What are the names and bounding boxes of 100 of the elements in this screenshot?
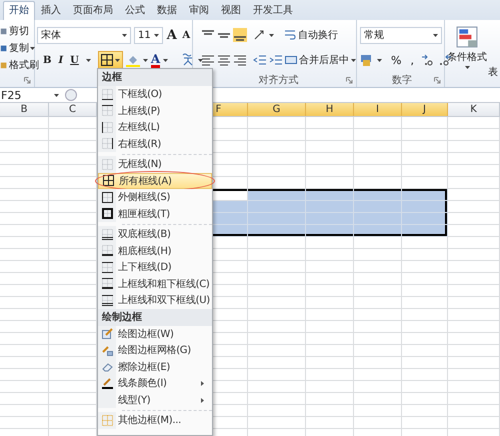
menu-item[interactable]: 其他边框(M)... xyxy=(98,412,212,428)
column-header[interactable]: I xyxy=(354,103,402,116)
eraser-icon xyxy=(102,361,112,372)
selected-cell[interactable] xyxy=(306,189,354,201)
selected-cell[interactable] xyxy=(402,225,448,237)
selected-cell[interactable] xyxy=(402,201,448,213)
selected-cell[interactable] xyxy=(402,213,448,225)
menu-item[interactable]: 上框线和粗下框线(C) xyxy=(98,276,212,292)
caret-icon xyxy=(30,46,35,50)
menu-item[interactable]: 上下框线(D) xyxy=(98,259,212,276)
caret-icon[interactable] xyxy=(86,58,91,62)
italic-button[interactable]: I xyxy=(58,54,64,66)
increase-decimal-icon[interactable] xyxy=(420,53,435,67)
menu-item[interactable]: 无框线(N) xyxy=(98,156,212,172)
column-header[interactable]: B xyxy=(0,103,49,116)
selected-cell[interactable] xyxy=(306,213,354,225)
ribbon-tab[interactable]: 视图 xyxy=(215,1,247,20)
column-header[interactable]: H xyxy=(306,103,354,116)
menu-item[interactable]: 粗匣框线(T) xyxy=(98,206,212,222)
align-bottom-icon[interactable] xyxy=(233,28,247,42)
pencil-icon xyxy=(102,344,112,356)
selected-cell[interactable] xyxy=(248,201,306,213)
column-header[interactable]: K xyxy=(448,103,500,116)
border-icon xyxy=(102,88,112,100)
decrease-indent-icon[interactable] xyxy=(253,53,267,67)
menu-item[interactable]: 线条颜色(I) xyxy=(98,375,212,392)
caret-icon[interactable] xyxy=(163,58,168,62)
selected-cell[interactable] xyxy=(306,201,354,213)
underline-button[interactable]: U xyxy=(70,54,79,66)
ribbon-tab[interactable]: 页面布局 xyxy=(67,1,119,20)
menu-item[interactable]: 左框线(L) xyxy=(98,119,212,136)
menu-item[interactable]: 上框线和双下框线(U) xyxy=(98,292,212,308)
percent-button[interactable]: % xyxy=(391,54,402,66)
wrap-text-button[interactable]: 自动换行 xyxy=(284,28,338,42)
shrink-font-button[interactable]: A xyxy=(180,30,192,40)
ribbon-tab[interactable]: 插入 xyxy=(35,1,67,20)
caret-icon xyxy=(351,58,356,62)
align-center-icon[interactable] xyxy=(217,53,231,67)
comma-button[interactable]: , xyxy=(410,54,414,66)
caret-icon[interactable] xyxy=(198,58,204,62)
dialog-launcher-icon[interactable] xyxy=(434,77,441,84)
border-icon xyxy=(102,208,112,220)
selected-cell[interactable] xyxy=(306,225,354,237)
menu-item[interactable]: 右框线(R) xyxy=(98,136,212,152)
caret-icon[interactable] xyxy=(377,58,382,62)
clipboard-button[interactable]: 复制 xyxy=(0,40,35,56)
ribbon-tab[interactable]: 开始 xyxy=(3,1,35,20)
ribbon-tab[interactable]: 开发工具 xyxy=(247,1,299,20)
number-format-field[interactable]: 常规 xyxy=(360,26,442,44)
dialog-launcher-icon[interactable] xyxy=(346,77,353,84)
selected-cell[interactable] xyxy=(354,213,402,225)
clipboard-button[interactable]: 剪切 xyxy=(0,23,29,39)
menu-item[interactable]: 绘图边框网格(G) xyxy=(98,342,212,358)
menu-item[interactable]: 所有框线(A) xyxy=(98,172,212,189)
align-left-icon[interactable] xyxy=(201,53,215,67)
grow-font-button[interactable]: A xyxy=(166,28,178,42)
ribbon-tab[interactable]: 公式 xyxy=(119,1,151,20)
border-icon xyxy=(102,228,112,240)
dialog-launcher-icon[interactable] xyxy=(24,76,31,84)
menu-item[interactable]: 双底框线(B) xyxy=(98,226,212,242)
menu-item[interactable]: 线型(Y) xyxy=(98,392,212,408)
table-format-button[interactable]: 表 xyxy=(488,65,498,79)
column-header[interactable]: J xyxy=(402,103,448,116)
caret-icon[interactable] xyxy=(142,58,148,62)
menu-item[interactable]: 粗底框线(H) xyxy=(98,242,212,259)
font-size-field[interactable]: 11 xyxy=(134,26,164,44)
name-box[interactable]: F25 xyxy=(0,88,62,102)
menu-item[interactable]: 上框线(P) xyxy=(98,102,212,119)
border-icon xyxy=(102,294,112,306)
border-icon xyxy=(102,192,112,203)
increase-indent-icon[interactable] xyxy=(269,53,283,67)
selected-cell[interactable] xyxy=(248,225,306,237)
selected-cell[interactable] xyxy=(402,189,448,201)
bold-button[interactable]: B xyxy=(43,54,52,66)
menu-item[interactable]: 擦除边框(E) xyxy=(98,358,212,375)
align-right-icon[interactable] xyxy=(233,53,247,67)
selected-cell[interactable] xyxy=(354,189,402,201)
menu-section-header: 边框 xyxy=(98,69,212,86)
group-label: 数字 xyxy=(392,74,412,87)
column-header[interactable]: G xyxy=(248,103,306,116)
merge-center-button[interactable]: 合并后居中 xyxy=(285,53,356,67)
selected-cell[interactable] xyxy=(248,213,306,225)
font-name-field[interactable]: 宋体 xyxy=(37,26,132,44)
selected-cell[interactable] xyxy=(354,225,402,237)
resize-handle-icon[interactable] xyxy=(65,89,77,101)
fill-color-icon[interactable] xyxy=(126,53,140,67)
selected-cell[interactable] xyxy=(354,201,402,213)
caret-icon[interactable] xyxy=(269,34,274,36)
wrap-text-icon xyxy=(284,29,296,41)
border-icon xyxy=(102,122,112,133)
caret-icon xyxy=(154,34,160,36)
menu-item[interactable]: 绘图边框(W) xyxy=(98,326,212,342)
merge-icon xyxy=(285,54,297,66)
borders-button[interactable] xyxy=(98,51,123,69)
selected-cell[interactable] xyxy=(248,189,306,201)
menu-item[interactable]: 外侧框线(S) xyxy=(98,189,212,206)
ribbon-tab[interactable]: 数据 xyxy=(151,1,183,20)
menu-item[interactable]: 下框线(O) xyxy=(98,86,212,102)
clipboard-button[interactable]: 格式刷 xyxy=(0,57,39,73)
ribbon-tab[interactable]: 审阅 xyxy=(183,1,215,20)
